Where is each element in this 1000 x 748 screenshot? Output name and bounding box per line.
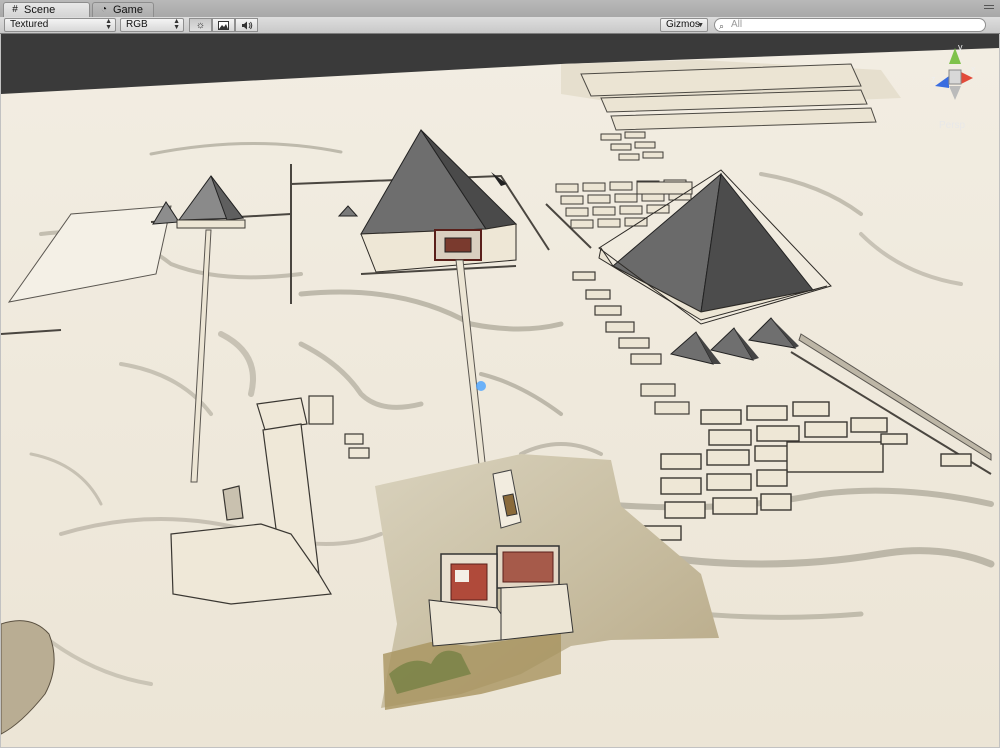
scene-toolbar: Textured ▲ ▼ RGB ▲ ▼ ☼ Gizmos ▼ ⌕ All [0, 17, 1000, 34]
gizmo-y-label: y [958, 42, 963, 52]
scene-lighting-toggle[interactable]: ☼ [189, 18, 212, 32]
mortuary-temple-khafre [434, 229, 482, 261]
tab-scene[interactable]: # Scene [3, 2, 90, 17]
dropdown-arrows-icon: ▲ ▼ [173, 18, 180, 31]
render-mode-dropdown[interactable]: RGB ▲ ▼ [120, 18, 184, 32]
panel-menu-button[interactable] [984, 3, 994, 12]
search-icon: ⌕ [719, 21, 725, 31]
hierarchy-search-input[interactable]: ⌕ All [714, 18, 986, 32]
draw-mode-value: Textured [10, 19, 49, 30]
tab-scene-label: Scene [24, 4, 56, 16]
gizmos-label: Gizmos [666, 19, 700, 30]
dropdown-arrows-icon: ▲ ▼ [105, 18, 112, 31]
scene-viewport[interactable]: y x z Persp [1, 34, 999, 747]
gizmo-center-cube-icon[interactable] [948, 69, 962, 85]
gizmo-neg-y-icon[interactable] [949, 86, 961, 100]
scene-audio-toggle[interactable] [235, 18, 258, 32]
render-mode-value: RGB [126, 19, 148, 30]
search-placeholder: All [731, 19, 743, 30]
tab-game-label: Game [113, 4, 143, 16]
scene-render [1, 48, 999, 747]
projection-label[interactable]: Persp [939, 120, 965, 131]
terraces [580, 63, 877, 131]
selection-marker[interactable] [476, 381, 486, 391]
pacman-icon: ◔ [100, 4, 108, 15]
scene-skybox-toggle[interactable] [212, 18, 235, 32]
gizmo-z-label: z [931, 74, 936, 84]
tab-game[interactable]: ◔ Game [92, 2, 154, 17]
speaker-icon [241, 21, 252, 29]
gizmo-z-axis-icon[interactable] [935, 76, 949, 88]
image-icon [218, 20, 229, 30]
grid-icon: # [12, 4, 18, 15]
draw-mode-dropdown[interactable]: Textured ▲ ▼ [4, 18, 116, 32]
orientation-gizmo[interactable]: y x z [925, 42, 985, 112]
chevron-down-icon: ▼ [697, 22, 704, 29]
gizmos-dropdown[interactable]: Gizmos ▼ [660, 18, 708, 32]
sun-icon: ☼ [195, 19, 206, 31]
gizmo-x-label: x [971, 64, 976, 74]
tab-bar: # Scene ◔ Game [0, 0, 1000, 18]
